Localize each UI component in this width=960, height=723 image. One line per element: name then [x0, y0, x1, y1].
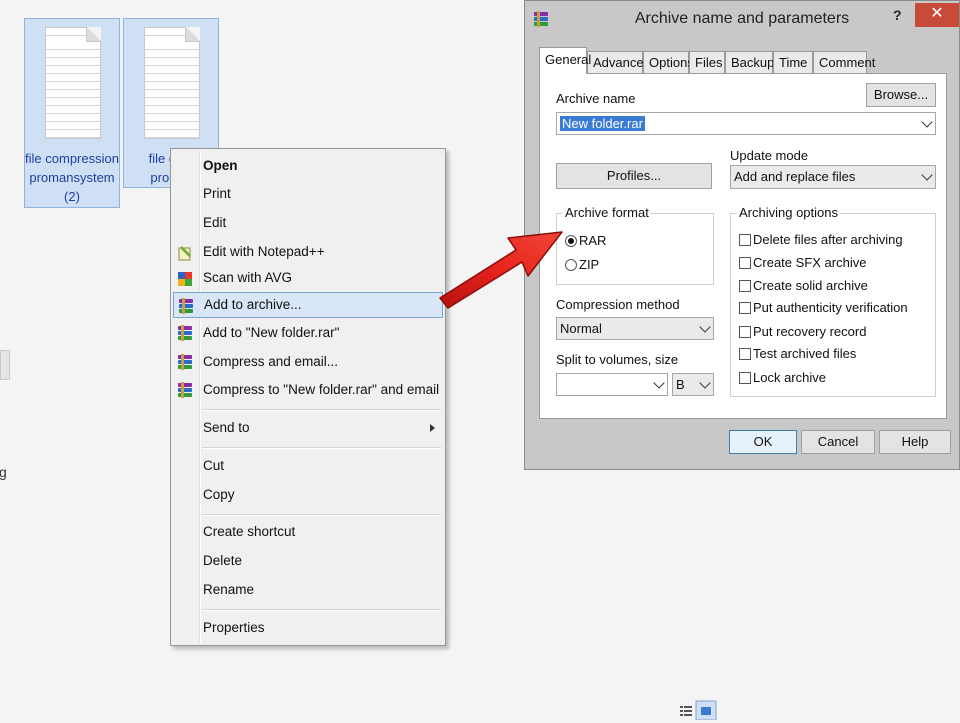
- menu-item-print[interactable]: Print: [173, 181, 443, 207]
- details-view-icon: [680, 706, 692, 716]
- menu-item-open[interactable]: Open: [173, 153, 443, 179]
- general-panel: Archive name Browse... New folder.rar Pr…: [539, 73, 947, 419]
- checkbox-solid-archive[interactable]: [739, 280, 751, 292]
- tab-backup[interactable]: Backup: [725, 51, 774, 73]
- browse-button[interactable]: Browse...: [866, 83, 936, 107]
- option-label: Test archived files: [753, 346, 857, 361]
- help-icon[interactable]: ?: [893, 7, 902, 23]
- compression-method-select[interactable]: Normal: [556, 317, 714, 340]
- avg-icon: [177, 270, 193, 286]
- file-label: file compression promansystem (2): [25, 151, 119, 204]
- split-volumes-label: Split to volumes, size: [556, 352, 679, 367]
- winrar-icon: [177, 382, 193, 398]
- archive-dialog: Archive name and parameters ? ✕ General …: [524, 0, 960, 470]
- tab-files[interactable]: Files: [689, 51, 725, 73]
- archiving-options-group: Archiving options Delete files after arc…: [730, 205, 936, 397]
- chevron-down-icon: [699, 320, 711, 333]
- checkbox-lock-archive[interactable]: [739, 372, 751, 384]
- checkbox-delete-after[interactable]: [739, 234, 751, 246]
- tab-comment[interactable]: Comment: [813, 51, 875, 73]
- checkbox-test-files[interactable]: [739, 348, 751, 360]
- checkbox-recovery-record[interactable]: [739, 326, 751, 338]
- help-button[interactable]: Help: [879, 430, 951, 454]
- option-label: Put authenticity verification: [753, 300, 908, 315]
- menu-item-edit[interactable]: Edit: [173, 210, 443, 236]
- chevron-down-icon: [653, 376, 665, 389]
- menu-item-cut[interactable]: Cut: [173, 453, 443, 479]
- tab-time[interactable]: Time: [773, 51, 813, 73]
- option-label: Put recovery record: [753, 324, 867, 339]
- menu-item-delete[interactable]: Delete: [173, 548, 443, 574]
- left-edge-widget: [0, 350, 10, 380]
- red-arrow-icon: [439, 231, 563, 309]
- menu-item-compress-to-rar-email[interactable]: Compress to "New folder.rar" and email: [173, 377, 443, 403]
- desktop-file-1[interactable]: file compression promansystem (2): [24, 18, 120, 208]
- tab-general[interactable]: General: [539, 47, 591, 74]
- document-icon: [45, 27, 101, 139]
- chevron-down-icon: [699, 376, 711, 389]
- archive-name-label: Archive name: [556, 91, 636, 106]
- submenu-arrow-icon: [430, 424, 435, 432]
- chevron-down-icon: [921, 115, 933, 128]
- tab-advanced[interactable]: Advanced: [587, 51, 651, 73]
- radio-zip[interactable]: [565, 259, 577, 271]
- checkbox-authenticity[interactable]: [739, 302, 751, 314]
- menu-item-add-to-archive[interactable]: Add to archive...: [173, 292, 443, 318]
- compression-method-label: Compression method: [556, 297, 680, 312]
- left-edge-glyph: g: [0, 464, 7, 480]
- ok-button[interactable]: OK: [729, 430, 797, 454]
- checkbox-create-sfx[interactable]: [739, 257, 751, 269]
- cancel-button[interactable]: Cancel: [801, 430, 875, 454]
- radio-rar-label: RAR: [579, 233, 607, 248]
- winrar-icon: [177, 354, 193, 370]
- menu-item-scan-avg[interactable]: Scan with AVG: [173, 265, 443, 291]
- chevron-down-icon: [921, 169, 933, 181]
- update-mode-label: Update mode: [730, 148, 809, 163]
- winrar-icon: [178, 298, 194, 314]
- archive-name-input[interactable]: New folder.rar: [556, 112, 936, 135]
- option-label: Create SFX archive: [753, 255, 867, 270]
- option-label: Create solid archive: [753, 278, 868, 293]
- menu-item-add-to-new-folder-rar[interactable]: Add to "New folder.rar": [173, 320, 443, 346]
- menu-item-send-to[interactable]: Send to: [173, 415, 443, 441]
- close-button[interactable]: ✕: [915, 3, 959, 27]
- menu-item-properties[interactable]: Properties: [173, 615, 443, 641]
- winrar-icon: [177, 325, 193, 341]
- archive-format-group: Archive format RAR ZIP: [556, 205, 714, 285]
- document-icon: [144, 27, 200, 139]
- option-label: Delete files after archiving: [753, 232, 903, 247]
- menu-item-create-shortcut[interactable]: Create shortcut: [173, 519, 443, 545]
- tab-options[interactable]: Options: [643, 51, 694, 73]
- menu-item-edit-notepad[interactable]: Edit with Notepad++: [173, 239, 443, 265]
- menu-item-copy[interactable]: Copy: [173, 482, 443, 508]
- split-unit-select[interactable]: B: [672, 373, 714, 396]
- menu-item-compress-email[interactable]: Compress and email...: [173, 349, 443, 375]
- menu-item-rename[interactable]: Rename: [173, 577, 443, 603]
- radio-zip-label: ZIP: [579, 257, 600, 272]
- option-label: Lock archive: [753, 370, 826, 385]
- context-menu: Open Print Edit Edit with Notepad++ Scan…: [170, 148, 446, 646]
- update-mode-select[interactable]: Add and replace files: [730, 165, 936, 189]
- notepad-plus-icon: [177, 244, 193, 261]
- radio-rar[interactable]: [565, 235, 577, 247]
- profiles-button[interactable]: Profiles...: [556, 163, 712, 189]
- split-size-input[interactable]: [556, 373, 668, 396]
